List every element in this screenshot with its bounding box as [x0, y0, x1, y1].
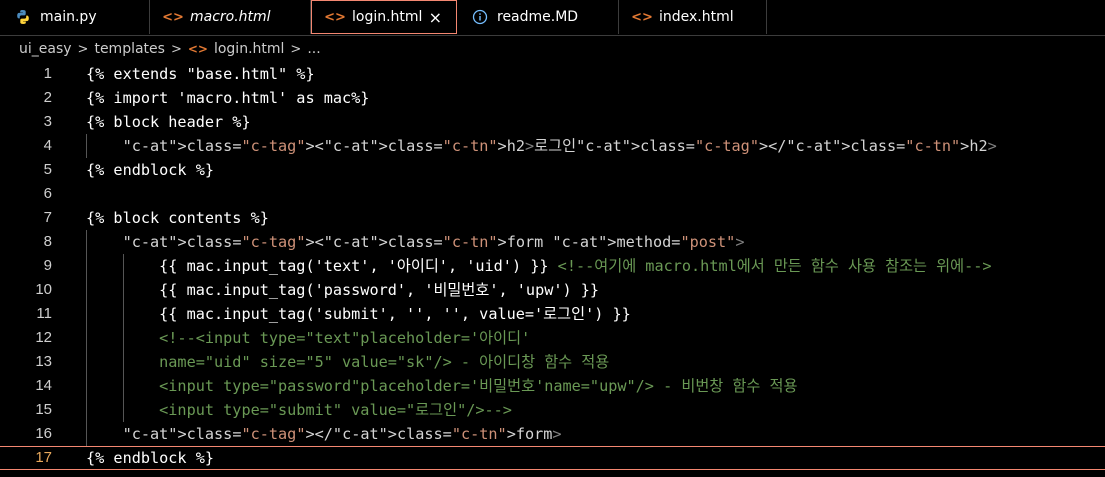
- line-number: 4: [43, 137, 52, 154]
- breadcrumb-item-file[interactable]: login.html: [214, 41, 284, 57]
- indent-guide: [123, 254, 124, 422]
- code-text: {% endblock %}: [86, 161, 215, 179]
- chevron-right-icon: >: [77, 41, 89, 57]
- code-text: {{ mac.input_tag('text', '아이디', 'uid') }…: [86, 257, 992, 275]
- code-text: "c-at">class="c-tag"><"c-at">class="c-tn…: [122, 137, 997, 155]
- line-number: 1: [43, 65, 52, 82]
- breadcrumb: ui_easy > templates > <> login.html > ..…: [0, 37, 1105, 61]
- chevron-right-icon: >: [290, 41, 302, 57]
- code-text: <input type="password"placeholder='비밀번호'…: [86, 377, 798, 395]
- tab-label: index.html: [659, 9, 734, 25]
- line-number: 12: [35, 329, 52, 346]
- code-line[interactable]: 10 {{ mac.input_tag('password', '비밀번호', …: [0, 278, 1105, 302]
- tab-label: macro.html: [190, 9, 271, 25]
- line-number: 7: [43, 209, 52, 226]
- code-line[interactable]: 15 <input type="submit" value="로그인"/>-->: [0, 398, 1105, 422]
- html-icon: <>: [162, 9, 184, 25]
- tab-index-html[interactable]: <> index.html: [619, 0, 767, 34]
- line-number: 14: [35, 377, 52, 394]
- code-text: <input type="submit" value="로그인"/>-->: [86, 401, 512, 419]
- line-number: 5: [43, 161, 52, 178]
- code-text: {{ mac.input_tag('password', '비밀번호', 'up…: [86, 281, 600, 299]
- line-number: 2: [43, 89, 52, 106]
- code-text: {% extends "base.html" %}: [86, 65, 315, 83]
- info-icon: [471, 8, 489, 26]
- code-line[interactable]: 13 name="uid" size="5" value="sk"/> - 아이…: [0, 350, 1105, 374]
- html-icon: <>: [187, 42, 208, 56]
- line-number: 9: [43, 257, 52, 274]
- line-number: 11: [36, 305, 52, 322]
- close-icon[interactable]: ×: [429, 8, 442, 27]
- breadcrumb-item-symbol[interactable]: ...: [307, 41, 320, 57]
- editor-tab-bar: main.py <> macro.html <> login.html × re…: [0, 0, 1105, 36]
- code-text: "c-at">class="c-tag"><"c-at">class="c-tn…: [122, 233, 745, 251]
- code-line[interactable]: 12 <!--<input type="text"placeholder='아이…: [0, 326, 1105, 350]
- code-line[interactable]: 17 {% endblock %}: [0, 446, 1105, 470]
- line-number: 13: [35, 353, 52, 370]
- tab-label: main.py: [40, 9, 97, 25]
- code-line[interactable]: 1 {% extends "base.html" %}: [0, 62, 1105, 86]
- indent-guide: [86, 134, 87, 158]
- line-number: 17: [35, 449, 52, 466]
- line-number: 8: [43, 233, 52, 250]
- line-number: 10: [35, 281, 52, 298]
- code-line[interactable]: 7 {% block contents %}: [0, 206, 1105, 230]
- code-text: "c-at">class="c-tag"></"c-at">class="c-t…: [122, 425, 562, 443]
- code-line[interactable]: 8 "c-at">class="c-tag"><"c-at">class="c-…: [0, 230, 1105, 254]
- tab-label: login.html: [352, 9, 423, 25]
- chevron-right-icon: >: [170, 41, 182, 57]
- code-text: {% block header %}: [86, 113, 251, 131]
- code-line[interactable]: 3 {% block header %}: [0, 110, 1105, 134]
- html-icon: <>: [324, 9, 346, 25]
- python-icon: [14, 8, 32, 26]
- code-text: {% import 'macro.html' as mac%}: [86, 89, 370, 107]
- code-line[interactable]: 5 {% endblock %}: [0, 158, 1105, 182]
- code-line[interactable]: 14 <input type="password"placeholder='비밀…: [0, 374, 1105, 398]
- indent-guide: [86, 230, 87, 446]
- breadcrumb-item-folder[interactable]: ui_easy: [19, 41, 72, 57]
- code-text: {% endblock %}: [86, 449, 215, 467]
- code-text: {{ mac.input_tag('submit', '', '', value…: [86, 305, 631, 323]
- line-number: 6: [43, 185, 52, 202]
- tab-label: readme.MD: [497, 9, 579, 25]
- line-number: 15: [35, 401, 52, 418]
- code-line[interactable]: 6: [0, 182, 1105, 206]
- tab-main-py[interactable]: main.py: [0, 0, 150, 34]
- code-line[interactable]: 9 {{ mac.input_tag('text', '아이디', 'uid')…: [0, 254, 1105, 278]
- code-editor[interactable]: 1 {% extends "base.html" %} 2 {% import 'ma…: [0, 62, 1105, 477]
- code-line[interactable]: 16 "c-at">class="c-tag"></"c-at">class="…: [0, 422, 1105, 446]
- line-number: 3: [43, 113, 52, 130]
- code-text: name="uid" size="5" value="sk"/> - 아이디창 …: [86, 353, 610, 371]
- breadcrumb-item-folder[interactable]: templates: [94, 41, 165, 57]
- tab-login-html[interactable]: <> login.html ×: [311, 0, 457, 34]
- tab-readme-md[interactable]: readme.MD: [457, 0, 619, 34]
- code-text: <!--<input type="text"placeholder='아이디': [86, 329, 531, 347]
- code-line[interactable]: 4 "c-at">class="c-tag"><"c-at">class="c-…: [0, 134, 1105, 158]
- code-line[interactable]: 2 {% import 'macro.html' as mac%}: [0, 86, 1105, 110]
- code-text: {% block contents %}: [86, 209, 269, 227]
- tab-macro-html[interactable]: <> macro.html: [150, 0, 311, 34]
- html-icon: <>: [631, 9, 653, 25]
- line-number: 16: [35, 425, 52, 442]
- code-line[interactable]: 11 {{ mac.input_tag('submit', '', '', va…: [0, 302, 1105, 326]
